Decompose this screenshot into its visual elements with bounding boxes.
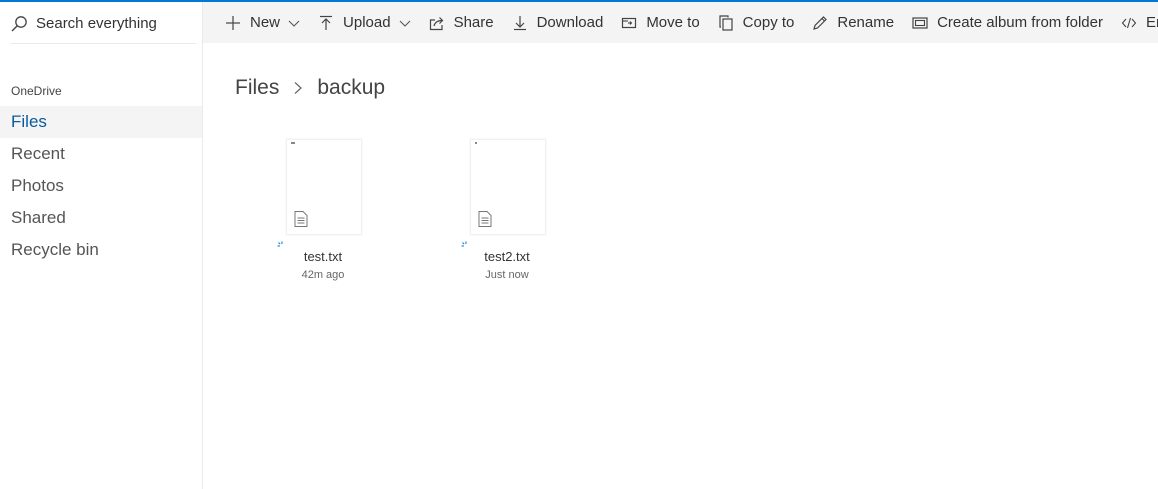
embed-code-icon: [1121, 15, 1137, 31]
download-icon: [512, 15, 528, 31]
search-box[interactable]: Search everything: [10, 4, 196, 44]
move-to-label: Move to: [646, 14, 700, 31]
file-name[interactable]: test2.txt: [452, 249, 562, 264]
search-icon: [11, 15, 27, 31]
file-thumbnail[interactable]: [286, 139, 362, 235]
chevron-right-icon: [291, 81, 305, 95]
file-modified: Just now: [485, 269, 529, 281]
move-to-icon: [621, 15, 637, 31]
chevron-down-icon: [288, 17, 300, 29]
file-thumbnail[interactable]: [470, 139, 546, 235]
thumbnail-preview-mark: [475, 142, 477, 144]
share-button[interactable]: Share: [429, 2, 494, 43]
sidebar-item-shared[interactable]: Shared: [0, 202, 202, 234]
create-album-button[interactable]: Create album from folder: [912, 2, 1103, 43]
download-button[interactable]: Download: [512, 2, 604, 43]
plus-icon: [225, 15, 241, 31]
upload-button[interactable]: Upload: [318, 2, 411, 43]
upload-label: Upload: [343, 14, 391, 31]
sidebar-nav: Files Recent Photos Shared Recycle bin: [0, 106, 202, 266]
copy-to-button[interactable]: Copy to: [718, 2, 795, 43]
album-icon: [912, 15, 928, 31]
command-bar: New Upload Share Download Move to Copy t…: [203, 2, 1158, 43]
text-document-icon: [478, 211, 492, 227]
share-icon: [429, 15, 445, 31]
sidebar: Search everything OneDrive Files Recent …: [0, 2, 203, 489]
text-document-icon: [294, 211, 308, 227]
new-button[interactable]: New: [225, 2, 300, 43]
move-to-button[interactable]: Move to: [621, 2, 700, 43]
create-album-label: Create album from folder: [937, 14, 1103, 31]
rename-button[interactable]: Rename: [812, 2, 894, 43]
new-label: New: [250, 14, 281, 31]
embed-button[interactable]: Embed: [1121, 2, 1158, 43]
copy-to-label: Copy to: [742, 14, 795, 31]
share-label: Share: [453, 14, 494, 31]
download-label: Download: [536, 14, 604, 31]
upload-icon: [318, 15, 334, 31]
embed-label: Embed: [1145, 14, 1158, 31]
file-name[interactable]: test.txt: [268, 249, 378, 264]
breadcrumb-root[interactable]: Files: [235, 76, 279, 100]
chevron-down-icon: [399, 17, 411, 29]
copy-to-icon: [718, 14, 734, 31]
pencil-icon: [812, 15, 828, 31]
sidebar-item-files[interactable]: Files: [0, 106, 202, 138]
breadcrumb: Files backup: [235, 76, 385, 100]
thumbnail-preview-mark: [291, 142, 295, 144]
rename-label: Rename: [837, 14, 895, 31]
sidebar-item-photos[interactable]: Photos: [0, 170, 202, 202]
file-modified: 42m ago: [301, 269, 345, 281]
section-label-onedrive: OneDrive: [11, 84, 62, 98]
sidebar-item-recycle-bin[interactable]: Recycle bin: [0, 234, 202, 266]
search-placeholder: Search everything: [36, 15, 157, 32]
breadcrumb-current: backup: [317, 76, 386, 99]
sidebar-item-recent[interactable]: Recent: [0, 138, 202, 170]
